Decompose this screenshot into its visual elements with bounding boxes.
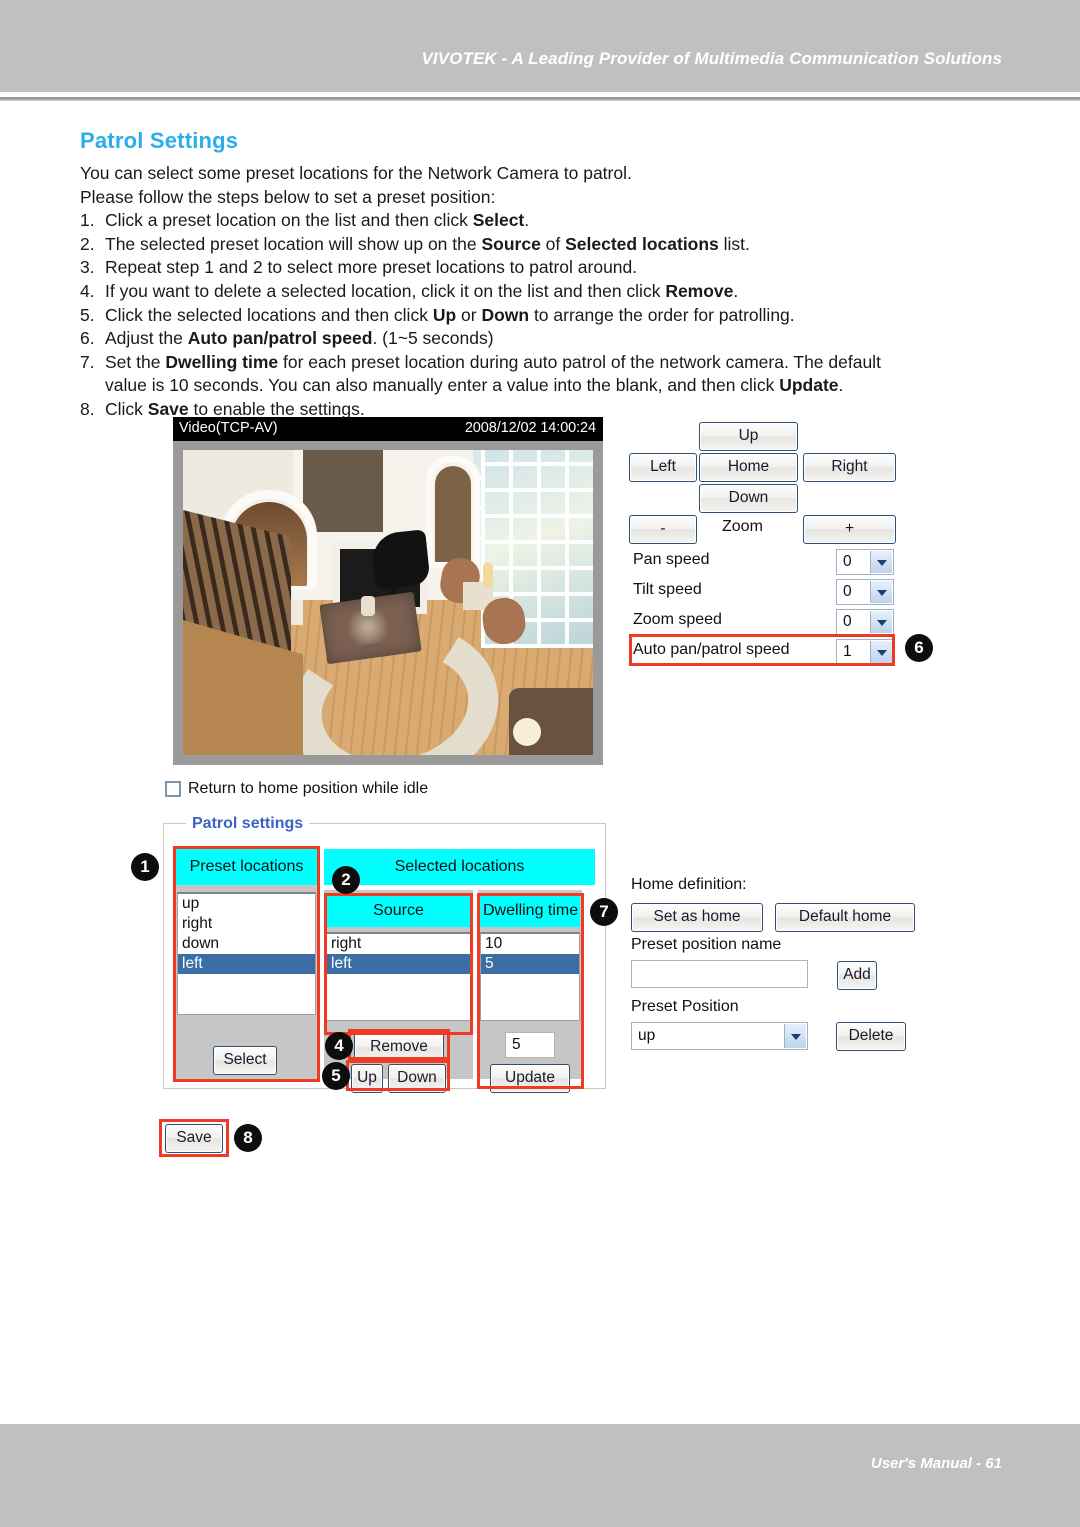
speed-select-value: 0 — [843, 613, 852, 630]
chevron-down-icon[interactable] — [870, 551, 892, 573]
living-room-scene-image — [183, 450, 593, 755]
default-home-button[interactable]: Default home — [775, 903, 915, 932]
dwelling-time-column-header: Dwelling time — [480, 895, 580, 927]
dwelling-time-input-value: 5 — [512, 1036, 521, 1053]
home-definition-label: Home definition: — [631, 876, 747, 893]
select-button[interactable]: Select — [213, 1046, 277, 1075]
list-item[interactable]: 5 — [481, 954, 579, 974]
delete-button[interactable]: Delete — [836, 1022, 906, 1051]
patrol-settings-legend: Patrol settings — [186, 815, 310, 833]
video-timestamp: 2008/12/02 14:00:24 — [464, 420, 596, 436]
callout-badge-1: 1 — [131, 853, 159, 881]
live-video-panel: Video(TCP-AV) 2008/12/02 14:00:24 — [173, 417, 603, 765]
video-image[interactable] — [183, 450, 593, 755]
speed-label: Tilt speed — [633, 581, 702, 598]
source-column-header: Source — [326, 895, 471, 927]
speed-select-value: 1 — [843, 643, 852, 660]
callout-badge-4: 4 — [325, 1032, 353, 1060]
remove-button[interactable]: Remove — [354, 1033, 444, 1062]
selected-locations-header: Selected locations — [324, 849, 595, 885]
zoom-in-button[interactable]: + — [803, 515, 896, 544]
chevron-down-icon[interactable] — [870, 611, 892, 633]
zoom-out-button[interactable]: - — [629, 515, 697, 544]
video-stream-label: Video(TCP-AV) — [179, 420, 278, 436]
preset-position-select-value: up — [638, 1027, 656, 1044]
ptz-left-button[interactable]: Left — [629, 453, 697, 482]
return-home-checkbox[interactable] — [165, 781, 181, 797]
preset-position-name-label: Preset position name — [631, 936, 782, 953]
list-item[interactable]: up — [178, 894, 315, 914]
dwelling-time-input[interactable]: 5 — [505, 1032, 555, 1058]
ptz-down-button[interactable]: Down — [699, 484, 798, 513]
add-button[interactable]: Add — [837, 961, 877, 990]
video-titlebar: Video(TCP-AV) 2008/12/02 14:00:24 — [173, 417, 603, 441]
callout-badge-8: 8 — [234, 1124, 262, 1152]
speed-label: Auto pan/patrol speed — [633, 641, 790, 658]
set-as-home-button[interactable]: Set as home — [631, 903, 763, 932]
camera-ui-screenshot: Video(TCP-AV) 2008/12/02 14:00:24 Up Lef… — [0, 0, 1080, 1527]
speed-select[interactable]: 1 — [836, 639, 894, 665]
list-item[interactable]: left — [178, 954, 315, 974]
speed-label: Pan speed — [633, 551, 710, 568]
chevron-down-icon[interactable] — [784, 1024, 806, 1048]
ptz-up-button[interactable]: Up — [699, 422, 798, 451]
speed-label: Zoom speed — [633, 611, 722, 628]
list-item[interactable]: down — [178, 934, 315, 954]
ptz-home-button[interactable]: Home — [699, 453, 798, 482]
speed-select[interactable]: 0 — [836, 579, 894, 605]
callout-badge-6: 6 — [905, 634, 933, 662]
update-button[interactable]: Update — [490, 1064, 570, 1093]
return-home-checkbox-label: Return to home position while idle — [188, 780, 429, 797]
callout-badge-7: 7 — [590, 898, 618, 926]
speed-select[interactable]: 0 — [836, 609, 894, 635]
save-button[interactable]: Save — [165, 1124, 223, 1153]
callout-badge-5: 5 — [322, 1062, 350, 1090]
order-up-button[interactable]: Up — [351, 1064, 383, 1093]
list-item[interactable]: right — [178, 914, 315, 934]
ptz-right-button[interactable]: Right — [803, 453, 896, 482]
speed-select-value: 0 — [843, 553, 852, 570]
preset-position-label: Preset Position — [631, 998, 739, 1015]
list-item[interactable]: left — [327, 954, 470, 974]
chevron-down-icon[interactable] — [870, 641, 892, 663]
callout-badge-2: 2 — [332, 866, 360, 894]
preset-locations-listbox[interactable]: up right down left — [177, 892, 316, 1015]
speed-select[interactable]: 0 — [836, 549, 894, 575]
order-down-button[interactable]: Down — [388, 1064, 446, 1093]
zoom-label: Zoom — [722, 518, 763, 535]
dwelling-time-listbox[interactable]: 10 5 — [480, 932, 580, 1021]
list-item[interactable]: right — [327, 934, 470, 954]
preset-position-name-input[interactable] — [631, 960, 808, 988]
preset-position-select[interactable]: up — [631, 1022, 808, 1050]
list-item[interactable]: 10 — [481, 934, 579, 954]
source-listbox[interactable]: right left — [326, 932, 471, 1021]
speed-select-value: 0 — [843, 583, 852, 600]
preset-locations-header: Preset locations — [175, 849, 318, 885]
chevron-down-icon[interactable] — [870, 581, 892, 603]
